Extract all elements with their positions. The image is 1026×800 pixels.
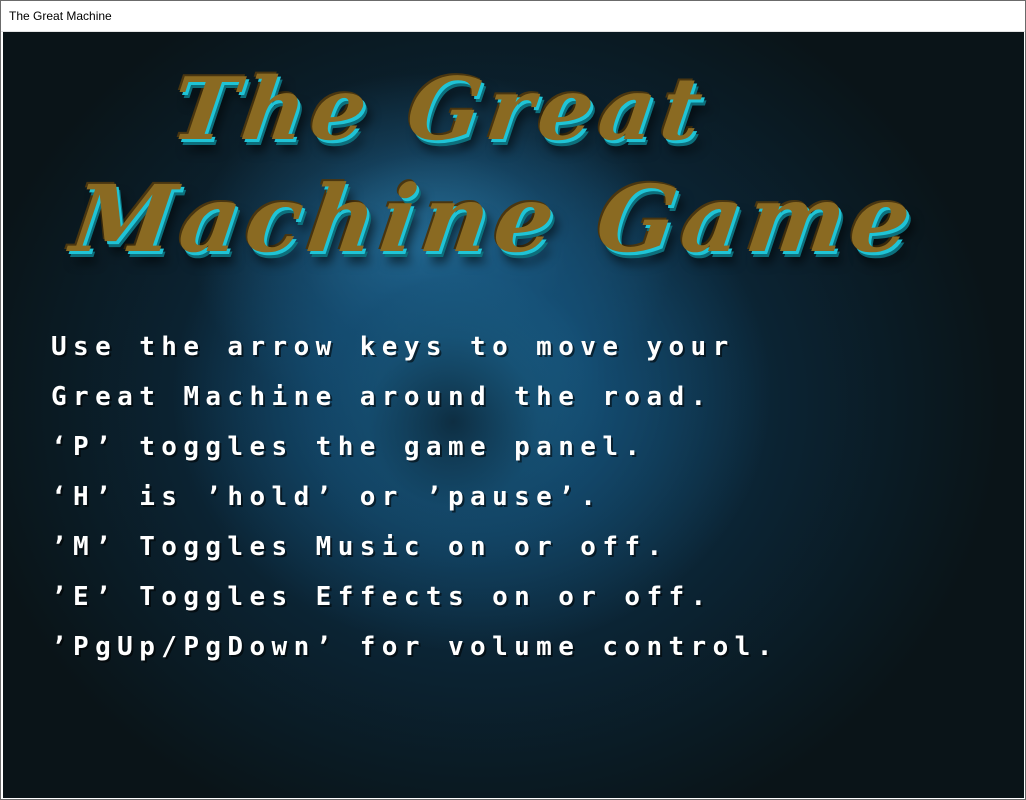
instruction-line: ‘P’ toggles the game panel.: [51, 432, 647, 462]
title-bar[interactable]: The Great Machine: [1, 1, 1025, 32]
logo-line-1: The Great: [165, 59, 715, 160]
game-logo: The Great Machine Game: [63, 47, 923, 297]
instruction-line: ’M’ Toggles Music on or off.: [51, 532, 669, 562]
logo-line-2: Machine Game: [65, 165, 924, 273]
instruction-line: Use the arrow keys to move your: [51, 332, 735, 362]
instruction-line: ’PgUp/PgDown’ for volume control.: [51, 632, 779, 662]
instruction-line: ‘H’ is ’hold’ or ’pause’.: [51, 482, 603, 512]
instruction-line: Great Machine around the road.: [51, 382, 713, 412]
window-title: The Great Machine: [9, 9, 112, 23]
game-canvas[interactable]: The Great Machine Game Use the arrow key…: [3, 32, 1024, 798]
instructions-text: Use the arrow keys to move your Great Ma…: [51, 322, 779, 672]
instruction-line: ’E’ Toggles Effects on or off.: [51, 582, 713, 612]
game-window: The Great Machine The Great Machine Game…: [0, 0, 1026, 800]
